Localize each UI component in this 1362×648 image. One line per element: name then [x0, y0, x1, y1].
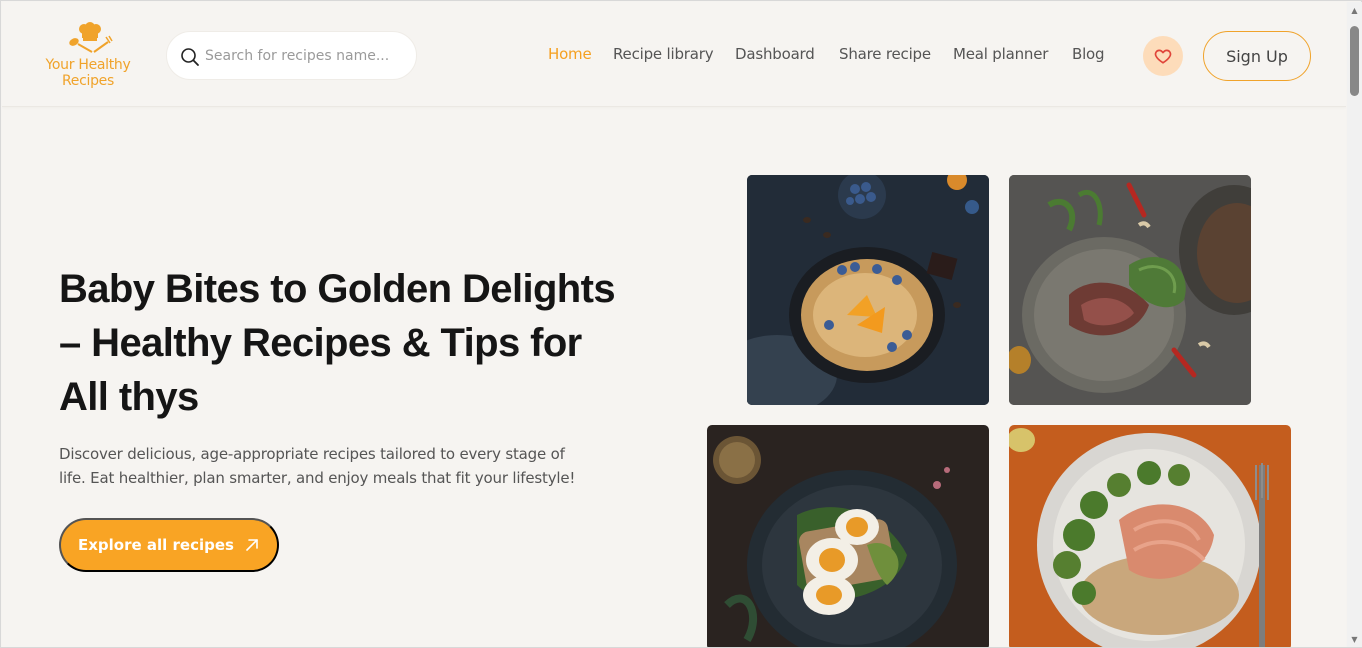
nav-item-home[interactable]: Home: [548, 45, 592, 63]
nav-item-meal-planner[interactable]: Meal planner: [953, 45, 1048, 63]
hero-description: Discover delicious, age-appropriate reci…: [59, 442, 649, 490]
brand-name-line2: Recipes: [62, 73, 114, 89]
scroll-thumb[interactable]: [1350, 26, 1359, 96]
nav-item-dashboard[interactable]: Dashboard: [735, 45, 815, 63]
hero-description-line1: Discover delicious, age-appropriate reci…: [59, 445, 565, 463]
hero-title-line1: Baby Bites to Golden Delights: [59, 267, 616, 311]
search-icon[interactable]: [180, 47, 200, 67]
nav-item-blog[interactable]: Blog: [1072, 45, 1105, 63]
hero-title-line2: – Healthy Recipes & Tips for: [59, 321, 582, 365]
hero-description-line2: life. Eat healthier, plan smarter, and e…: [59, 469, 576, 487]
nav-item-share-recipe[interactable]: Share recipe: [839, 45, 931, 63]
explore-recipes-label: Explore all recipes: [78, 536, 234, 554]
hero-title-line3: All thys: [59, 375, 199, 419]
egg-avocado-toast-photo[interactable]: [707, 425, 989, 647]
hero-title: Baby Bites to Golden Delights – Healthy …: [59, 262, 699, 424]
brand-name-line1: Your Healthy: [45, 57, 131, 73]
explore-recipes-button[interactable]: Explore all recipes: [59, 518, 279, 572]
search-bar: [166, 31, 417, 80]
salmon-broccoli-photo[interactable]: [1009, 425, 1291, 647]
arrow-up-right-icon: [246, 539, 258, 551]
nav-item-recipe-library[interactable]: Recipe library: [613, 45, 714, 63]
chef-hat-icon: [69, 22, 113, 53]
page-scrollbar[interactable]: ▲ ▼: [1347, 2, 1362, 647]
favorites-button[interactable]: [1143, 36, 1183, 76]
site-header: Your Healthy Recipes Home Recipe library…: [2, 2, 1346, 107]
heart-icon: [1154, 49, 1172, 64]
steak-salad-photo[interactable]: [1009, 175, 1251, 405]
signup-button[interactable]: Sign Up: [1203, 31, 1311, 81]
search-input[interactable]: [205, 44, 410, 68]
brand-logo[interactable]: Your Healthy Recipes: [36, 20, 144, 92]
pancake-blueberry-photo[interactable]: [747, 175, 989, 405]
scroll-up-arrow-icon[interactable]: ▲: [1347, 3, 1362, 17]
brand-name: Your Healthy Recipes: [36, 57, 140, 89]
page-viewport: Your Healthy Recipes Home Recipe library…: [2, 2, 1346, 647]
scroll-down-arrow-icon[interactable]: ▼: [1347, 632, 1362, 646]
